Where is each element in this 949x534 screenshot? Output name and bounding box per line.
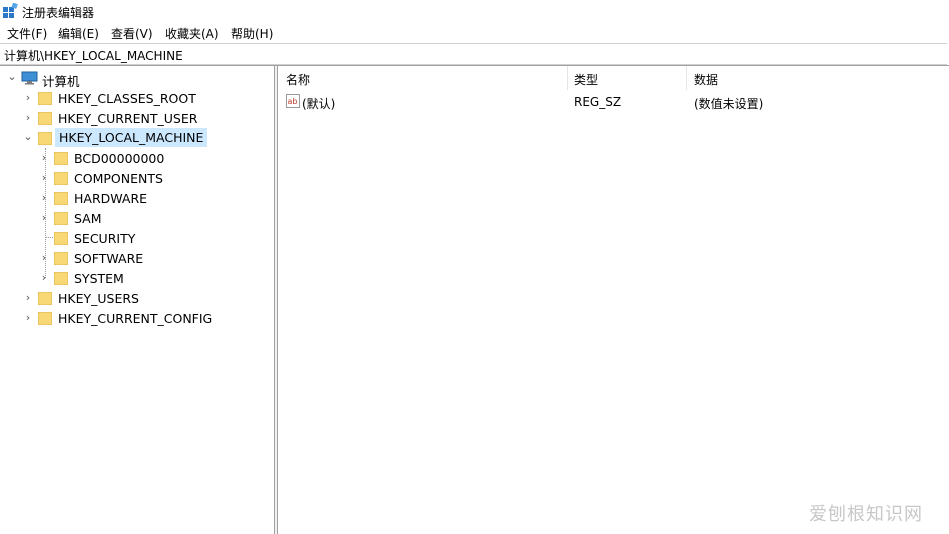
chevron-right-icon[interactable]: › — [39, 212, 49, 223]
tree-label: HKEY_USERS — [58, 291, 139, 306]
menu-help[interactable]: 帮助(H) — [230, 25, 274, 42]
chevron-right-icon[interactable]: › — [23, 92, 33, 103]
tree-node-hardware[interactable]: › HARDWARE — [0, 188, 274, 208]
menu-favorites[interactable]: 收藏夹(A) — [164, 25, 220, 42]
folder-icon — [54, 272, 68, 285]
folder-icon — [54, 172, 68, 185]
chevron-right-icon[interactable]: › — [23, 112, 33, 123]
title-bar: 注册表编辑器 — [0, 0, 949, 22]
chevron-right-icon[interactable]: › — [39, 272, 49, 283]
chevron-down-icon[interactable]: ⌄ — [7, 71, 17, 82]
folder-icon — [38, 92, 52, 105]
tree-label: SECURITY — [74, 231, 136, 246]
tree-node-hkey-local-machine[interactable]: ⌄ HKEY_LOCAL_MACHINE — [0, 128, 274, 148]
tree-node-components[interactable]: › COMPONENTS — [0, 168, 274, 188]
value-row[interactable]: ab (默认) REG_SZ (数值未设置) — [278, 92, 949, 112]
chevron-right-icon[interactable]: › — [39, 152, 49, 163]
tree-node-hkey-current-user[interactable]: › HKEY_CURRENT_USER — [0, 108, 274, 128]
tree-node-security[interactable]: SECURITY — [0, 228, 274, 248]
tree-node-computer[interactable]: ⌄ 计算机 — [0, 68, 274, 89]
folder-open-icon — [38, 132, 52, 145]
column-header-label: 数据 — [694, 73, 719, 87]
tree-pane[interactable]: ⌄ 计算机 › HKEY_CLASSES_ROOT › HKEY_CURRENT… — [0, 66, 274, 534]
folder-icon — [54, 252, 68, 265]
menu-bar: 文件(F) 编辑(E) 查看(V) 收藏夹(A) 帮助(H) — [0, 23, 949, 43]
window-title: 注册表编辑器 — [22, 6, 95, 20]
tree-node-hkey-current-config[interactable]: › HKEY_CURRENT_CONFIG — [0, 308, 274, 328]
column-header-label: 类型 — [574, 73, 599, 87]
column-header-data[interactable]: 数据 — [686, 66, 949, 90]
address-bar[interactable]: 计算机\HKEY_LOCAL_MACHINE — [0, 43, 947, 65]
computer-icon — [21, 71, 38, 85]
tree-label: SYSTEM — [74, 271, 124, 286]
tree-node-bcd[interactable]: › BCD00000000 — [0, 148, 274, 168]
column-header-type[interactable]: 类型 — [566, 66, 686, 90]
menu-file[interactable]: 文件(F) — [6, 25, 48, 42]
tree-node-software[interactable]: › SOFTWARE — [0, 248, 274, 268]
values-list-pane[interactable]: 名称 类型 数据 ab (默认) REG_SZ (数值未设置) — [278, 66, 949, 534]
menu-edit[interactable]: 编辑(E) — [57, 25, 100, 42]
tree-node-hkey-classes-root[interactable]: › HKEY_CLASSES_ROOT — [0, 88, 274, 108]
regedit-app-icon — [3, 3, 18, 18]
tree-label: HKEY_CURRENT_CONFIG — [58, 311, 213, 326]
string-value-icon: ab — [286, 94, 300, 108]
folder-icon — [54, 152, 68, 165]
chevron-right-icon[interactable]: › — [39, 192, 49, 203]
svg-text:ab: ab — [288, 97, 298, 106]
tree-label: HKEY_CURRENT_USER — [58, 111, 198, 126]
tree-label: HKEY_CLASSES_ROOT — [58, 91, 196, 106]
tree-label-selected: HKEY_LOCAL_MACHINE — [55, 128, 208, 147]
chevron-right-icon[interactable]: › — [39, 172, 49, 183]
folder-icon — [38, 292, 52, 305]
tree-label: HARDWARE — [74, 191, 148, 206]
column-header-name[interactable]: 名称 — [278, 66, 568, 90]
chevron-right-icon[interactable]: › — [23, 312, 33, 323]
tree-label: COMPONENTS — [74, 171, 163, 186]
folder-icon — [38, 312, 52, 325]
tree-node-system[interactable]: › SYSTEM — [0, 268, 274, 288]
chevron-down-icon[interactable]: ⌄ — [23, 131, 33, 142]
menu-view[interactable]: 查看(V) — [110, 25, 154, 42]
folder-icon — [54, 232, 68, 245]
column-header-label: 名称 — [286, 73, 311, 87]
tree-node-sam[interactable]: › SAM — [0, 208, 274, 228]
address-path[interactable]: 计算机\HKEY_LOCAL_MACHINE — [4, 47, 183, 64]
value-type: REG_SZ — [574, 95, 622, 109]
chevron-right-icon[interactable]: › — [23, 292, 33, 303]
folder-icon — [54, 192, 68, 205]
value-name: (默认) — [302, 97, 336, 111]
tree-label: SOFTWARE — [74, 251, 144, 266]
folder-icon — [54, 212, 68, 225]
tree-label: BCD00000000 — [74, 151, 165, 166]
value-data: (数值未设置) — [694, 97, 764, 111]
folder-icon — [38, 112, 52, 125]
watermark-text: 爱刨根知识网 — [809, 504, 923, 525]
tree-label: SAM — [74, 211, 102, 226]
chevron-right-icon[interactable]: › — [39, 252, 49, 263]
tree-node-hkey-users[interactable]: › HKEY_USERS — [0, 288, 274, 308]
